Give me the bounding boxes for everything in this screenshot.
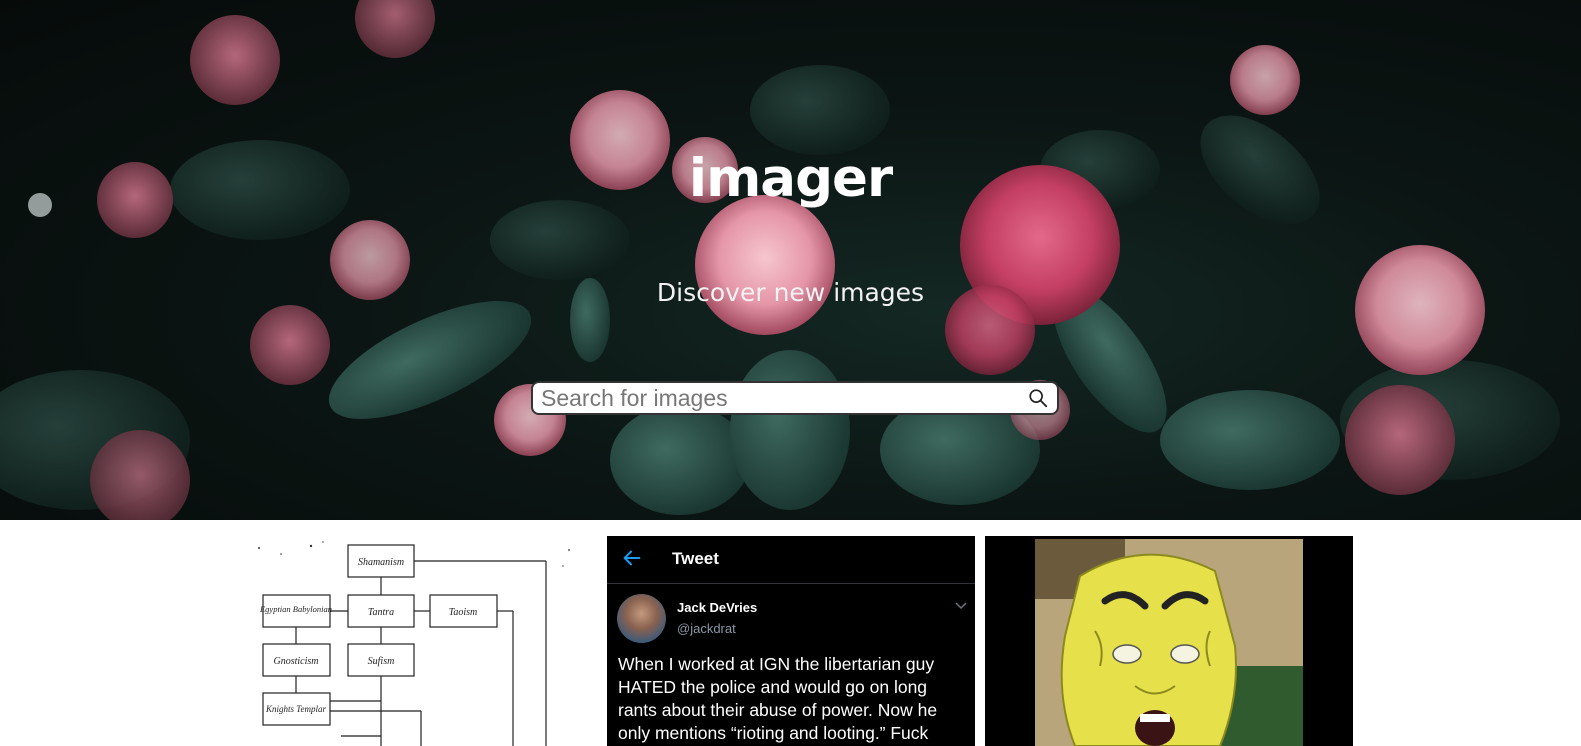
chevron-down-icon <box>955 602 967 610</box>
tweet-author-handle: @jackdrat <box>677 621 736 636</box>
image-card-diagram[interactable]: Shamanism Egyptian Babylonian Tantra Tao… <box>251 536 580 746</box>
spongebob-meme-image <box>985 536 1353 746</box>
avatar <box>617 594 666 643</box>
flowchart-image: Shamanism Egyptian Babylonian Tantra Tao… <box>258 541 570 746</box>
hero-background-flowers <box>0 0 1560 520</box>
site-subtitle: Discover new images <box>656 278 925 307</box>
back-arrow-icon <box>623 550 641 566</box>
image-card-tweet[interactable]: Tweet Jack DeVries @jackdrat When I work… <box>607 536 975 746</box>
tweet-header: Tweet <box>607 536 975 584</box>
tweet-header-title: Tweet <box>672 549 719 568</box>
diagram-box-gnosticism: Gnosticism <box>274 656 319 667</box>
tweet-author-name: Jack DeVries <box>677 600 758 615</box>
site-title: imager <box>688 148 893 209</box>
search-bar <box>531 381 1059 415</box>
diagram-box-taoism: Taoism <box>449 607 478 618</box>
tweet-body: When I worked at IGN the libertarian guy… <box>618 654 938 743</box>
search-input[interactable] <box>541 384 1011 412</box>
diagram-box-sufism: Sufism <box>368 656 395 667</box>
diagram-box-shamanism: Shamanism <box>358 557 404 568</box>
diagram-box-knights-templar: Knights Templar <box>265 704 326 714</box>
diagram-box-tantra: Tantra <box>368 607 394 618</box>
image-card-meme[interactable] <box>985 536 1353 746</box>
diagram-box-egyptian: Egyptian Babylonian <box>259 604 332 614</box>
hero-banner: imager Discover new images <box>0 0 1581 520</box>
search-icon[interactable] <box>1027 387 1049 409</box>
